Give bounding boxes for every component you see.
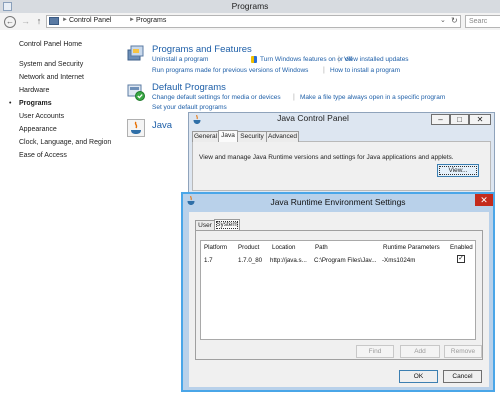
view-button[interactable]: View...: [437, 164, 479, 177]
programs-features-title[interactable]: Programs and Features: [152, 44, 252, 55]
chevron-down-icon[interactable]: ⌄: [440, 16, 446, 24]
installed-updates-link[interactable]: View installed updates: [344, 56, 409, 63]
java-icon[interactable]: [127, 119, 145, 137]
tab-general[interactable]: General: [192, 131, 219, 142]
link-separator: |: [323, 67, 325, 74]
nav-ease-of-access[interactable]: Ease of Access: [19, 152, 67, 159]
nav-programs[interactable]: Programs: [19, 100, 52, 107]
cell-location[interactable]: http://java.s...: [270, 257, 307, 264]
nav-user-accounts[interactable]: User Accounts: [19, 113, 64, 120]
search-input[interactable]: Searc: [465, 15, 500, 28]
column-platform[interactable]: Platform: [204, 244, 227, 251]
enabled-checkbox[interactable]: ✓: [457, 255, 465, 263]
current-item-bullet: •: [9, 100, 12, 107]
add-button[interactable]: Add: [400, 345, 440, 358]
how-to-install-link[interactable]: How to install a program: [330, 67, 400, 74]
cell-platform[interactable]: 1.7: [204, 257, 213, 264]
nav-hardware[interactable]: Hardware: [19, 87, 49, 94]
file-type-link[interactable]: Make a file type always open in a specif…: [300, 94, 445, 101]
breadcrumb-programs[interactable]: Programs: [136, 17, 166, 24]
back-button[interactable]: ←: [4, 16, 16, 28]
column-enabled[interactable]: Enabled: [450, 244, 473, 251]
link-separator: |: [293, 94, 295, 101]
media-devices-link[interactable]: Change default settings for media or dev…: [152, 94, 281, 101]
java-title[interactable]: Java: [152, 120, 172, 131]
default-programs-title[interactable]: Default Programs: [152, 82, 226, 93]
nav-control-panel-home[interactable]: Control Panel Home: [19, 41, 82, 48]
ok-button[interactable]: OK: [399, 370, 438, 383]
tab-security[interactable]: Security: [237, 131, 267, 142]
control-panel-icon: [49, 17, 59, 25]
close-button[interactable]: ✕: [475, 194, 493, 206]
compatibility-link[interactable]: Run programs made for previous versions …: [152, 67, 308, 74]
cell-path[interactable]: C:\Program Files\Jav...: [314, 257, 376, 264]
chevron-right-icon[interactable]: ►: [62, 17, 68, 23]
minimize-button[interactable]: –: [431, 114, 450, 125]
nav-system-security[interactable]: System and Security: [19, 61, 83, 68]
nav-appearance[interactable]: Appearance: [19, 126, 57, 133]
link-separator: |: [338, 56, 340, 63]
nav-clock-language-region[interactable]: Clock, Language, and Region: [19, 139, 111, 146]
java-control-panel-title: Java Control Panel: [277, 113, 349, 123]
close-button[interactable]: ✕: [469, 114, 491, 125]
jre-settings-title: Java Runtime Environment Settings: [270, 197, 406, 207]
cell-product[interactable]: 1.7.0_80: [238, 257, 262, 264]
forward-button[interactable]: →: [20, 16, 31, 27]
uac-shield-icon: [251, 56, 257, 63]
uninstall-program-link[interactable]: Uninstall a program: [152, 56, 208, 63]
tab-advanced[interactable]: Advanced: [266, 131, 299, 142]
column-path[interactable]: Path: [315, 244, 328, 251]
find-button[interactable]: Find: [356, 345, 394, 358]
up-button[interactable]: ↑: [35, 16, 43, 27]
breadcrumb-control-panel[interactable]: Control Panel: [69, 17, 111, 24]
column-location[interactable]: Location: [272, 244, 295, 251]
window-title: Programs: [231, 1, 269, 11]
refresh-icon[interactable]: ↻: [451, 16, 458, 25]
column-product[interactable]: Product: [238, 244, 259, 251]
default-programs-icon[interactable]: [127, 83, 145, 101]
remove-button[interactable]: Remove: [444, 345, 482, 358]
nav-network-internet[interactable]: Network and Internet: [19, 74, 84, 81]
column-runtime-parameters[interactable]: Runtime Parameters: [383, 244, 440, 251]
chevron-right-icon[interactable]: ►: [129, 17, 135, 23]
set-default-programs-link[interactable]: Set your default programs: [152, 104, 227, 111]
maximize-button[interactable]: □: [450, 114, 469, 125]
programs-features-icon[interactable]: [127, 44, 145, 62]
tab-java[interactable]: Java: [218, 130, 238, 142]
cancel-button[interactable]: Cancel: [443, 370, 482, 383]
java-tab-description: View and manage Java Runtime versions an…: [199, 154, 454, 161]
jre-table[interactable]: [200, 240, 476, 340]
cell-runtime-parameters[interactable]: -Xms1024m: [382, 257, 415, 264]
